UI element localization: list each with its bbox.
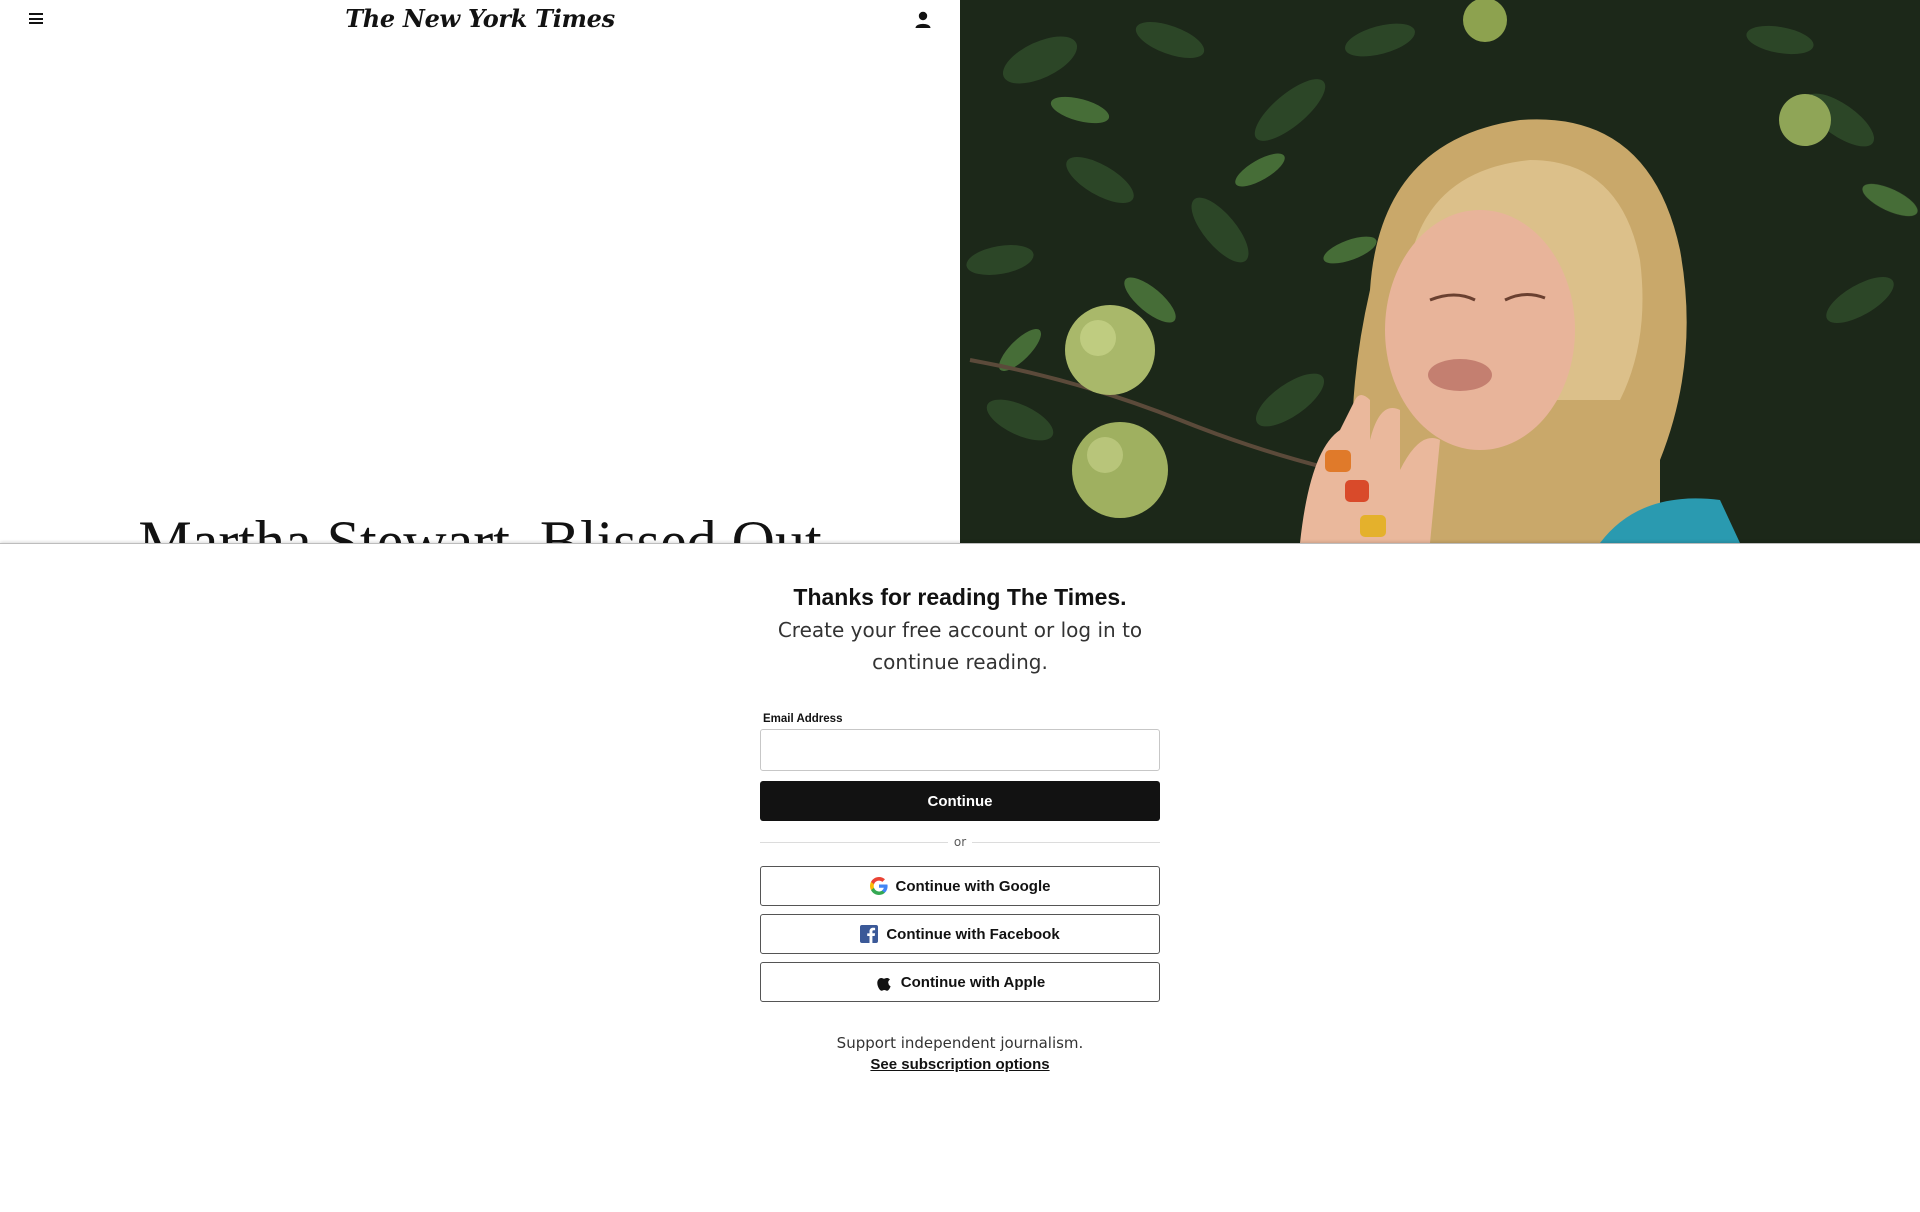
divider-line-right	[972, 842, 1160, 843]
account-person-icon[interactable]	[914, 10, 932, 30]
facebook-f-icon	[860, 925, 879, 943]
nyt-logo[interactable]: The New York Times	[0, 4, 960, 33]
masthead: The New York Times	[0, 0, 960, 40]
facebook-button-label: Continue with Facebook	[886, 925, 1060, 943]
article-headline: Martha Stewart, Blissed Out	[138, 509, 822, 543]
email-label: Email Address	[763, 713, 843, 725]
continue-with-facebook-button[interactable]: Continue with Facebook	[760, 914, 1160, 954]
continue-with-google-button[interactable]: Continue with Google	[760, 866, 1160, 906]
hero-photo	[960, 0, 1920, 543]
article-header-area: The New York Times Martha Stewart, Bliss…	[0, 0, 960, 543]
apple-logo-icon	[875, 973, 893, 991]
subscription-options-link[interactable]: See subscription options	[0, 1056, 1920, 1073]
gate-title: Thanks for reading The Times.	[793, 584, 1127, 610]
apple-button-label: Continue with Apple	[900, 973, 1046, 991]
email-field[interactable]	[760, 729, 1160, 771]
or-divider: or	[760, 835, 1160, 851]
google-button-label: Continue with Google	[895, 877, 1051, 895]
page: The New York Times Martha Stewart, Bliss…	[0, 0, 1920, 1212]
google-g-icon	[869, 877, 888, 895]
continue-button[interactable]: Continue	[760, 781, 1160, 821]
gate-subtitle: Create your free account or log in to co…	[777, 618, 1143, 674]
continue-with-apple-button[interactable]: Continue with Apple	[760, 962, 1160, 1002]
registration-gate: Thanks for reading The Times. Create you…	[0, 543, 1920, 1212]
support-text: Support independent journalism.	[836, 1034, 1084, 1052]
